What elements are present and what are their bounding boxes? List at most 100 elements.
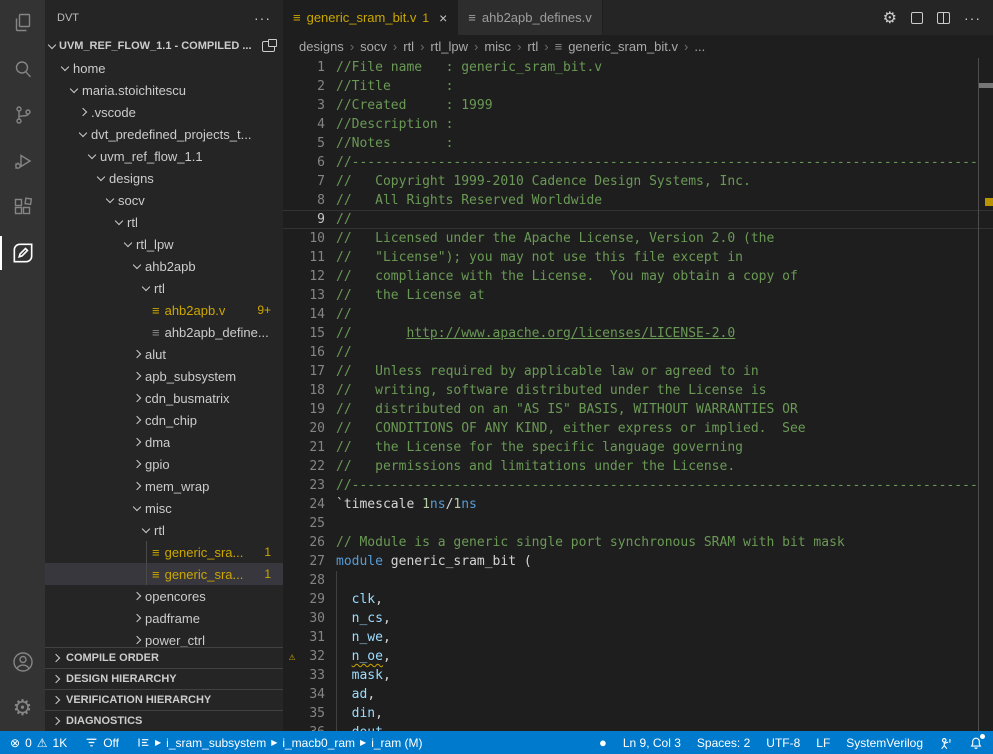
code-line-30[interactable]: 30 n_cs, — [283, 609, 993, 628]
code-line-9[interactable]: 9// — [283, 210, 993, 229]
split-panel-icon[interactable] — [262, 41, 275, 52]
activitybar-extensions[interactable] — [0, 184, 45, 230]
activitybar-run-debug[interactable] — [0, 138, 45, 184]
tree-item-rtl_lpw[interactable]: rtl_lpw — [45, 233, 283, 255]
code-line-23[interactable]: 23//------------------------------------… — [283, 476, 993, 495]
tab-ahb2apb_defines.v[interactable]: ≡ahb2apb_defines.v — [458, 0, 602, 35]
breadcrumb-file[interactable]: generic_sram_bit.v — [568, 39, 678, 54]
tree-item-.vscode[interactable]: .vscode — [45, 101, 283, 123]
activitybar-settings[interactable]: ⚙ — [0, 685, 45, 731]
code-line-10[interactable]: 10// Licensed under the Apache License, … — [283, 229, 993, 248]
code-line-20[interactable]: 20// CONDITIONS OF ANY KIND, either expr… — [283, 419, 993, 438]
code-line-11[interactable]: 11// "License"); you may not use this fi… — [283, 248, 993, 267]
code-line-17[interactable]: 17// Unless required by applicable law o… — [283, 362, 993, 381]
tree-item-cdn_chip[interactable]: cdn_chip — [45, 409, 283, 431]
panel-header-compile-order[interactable]: COMPILE ORDER — [45, 647, 283, 668]
code-line-2[interactable]: 2//Title : — [283, 77, 993, 96]
breadcrumb-item[interactable]: misc — [484, 39, 511, 54]
breadcrumb-more[interactable]: ... — [694, 39, 705, 54]
breadcrumb-item[interactable]: socv — [360, 39, 387, 54]
activitybar-dvt[interactable] — [0, 230, 45, 276]
code-line-21[interactable]: 21// the License for the specific langua… — [283, 438, 993, 457]
tree-item-ahb2apb_define...[interactable]: ≡ahb2apb_define... — [45, 321, 283, 343]
code-line-12[interactable]: 12// compliance with the License. You ma… — [283, 267, 993, 286]
code-line-13[interactable]: 13// the License at — [283, 286, 993, 305]
project-section-header[interactable]: UVM_REF_FLOW_1.1 - COMPILED ... — [45, 35, 283, 57]
tree-item-alut[interactable]: alut — [45, 343, 283, 365]
activitybar-explorer[interactable] — [0, 0, 45, 46]
problems-status[interactable]: ⊗ 0 ⚠ 1K — [10, 736, 67, 750]
tree-item-opencores[interactable]: opencores — [45, 585, 283, 607]
code-line-14[interactable]: 14// — [283, 305, 993, 324]
code-line-34[interactable]: 34 ad, — [283, 685, 993, 704]
code-line-32[interactable]: ⚠32 n_oe, — [283, 647, 993, 666]
tree-item-dma[interactable]: dma — [45, 431, 283, 453]
feedback-icon[interactable] — [939, 736, 953, 750]
tree-item-generic_sra...[interactable]: ≡generic_sra...1 — [45, 563, 283, 585]
panel-header-verification-hierarchy[interactable]: VERIFICATION HIERARCHY — [45, 689, 283, 710]
code-line-1[interactable]: 1//File name : generic_sram_bit.v — [283, 58, 993, 77]
split-editor-icon[interactable] — [937, 12, 950, 24]
code-line-4[interactable]: 4//Description : — [283, 115, 993, 134]
more-actions-icon[interactable]: ··· — [964, 10, 981, 26]
code-line-36[interactable]: 36 dout — [283, 723, 993, 731]
tree-item-generic_sra...[interactable]: ≡generic_sra...1 — [45, 541, 283, 563]
tree-item-rtl[interactable]: rtl — [45, 277, 283, 299]
code-line-29[interactable]: 29 clk, — [283, 590, 993, 609]
tree-item-uvm_ref_flow_1.1[interactable]: uvm_ref_flow_1.1 — [45, 145, 283, 167]
tree-item-mem_wrap[interactable]: mem_wrap — [45, 475, 283, 497]
tree-item-ahb2apb.v[interactable]: ≡ahb2apb.v9+ — [45, 299, 283, 321]
tree-item-misc[interactable]: misc — [45, 497, 283, 519]
encoding-status[interactable]: UTF-8 — [766, 736, 800, 750]
tree-item-power_ctrl[interactable]: power_ctrl — [45, 629, 283, 647]
code-line-8[interactable]: 8// All Rights Reserved Worldwide — [283, 191, 993, 210]
notifications-bell[interactable] — [969, 736, 983, 750]
panel-header-diagnostics[interactable]: DIAGNOSTICS — [45, 710, 283, 731]
eol-status[interactable]: LF — [816, 736, 830, 750]
code-line-31[interactable]: 31 n_we, — [283, 628, 993, 647]
close-icon[interactable]: × — [439, 10, 447, 26]
code-line-15[interactable]: 15// http://www.apache.org/licenses/LICE… — [283, 324, 993, 343]
panel-header-design-hierarchy[interactable]: DESIGN HIERARCHY — [45, 668, 283, 689]
code-line-26[interactable]: 26// Module is a generic single port syn… — [283, 533, 993, 552]
activitybar-source-control[interactable] — [0, 92, 45, 138]
tree-item-gpio[interactable]: gpio — [45, 453, 283, 475]
design-scope-status[interactable]: ▶i_sram_subsystem▶i_macb0_ram▶i_ram (M) — [137, 736, 423, 750]
tree-item-home[interactable]: home — [45, 57, 283, 79]
tree-item-ahb2apb[interactable]: ahb2apb — [45, 255, 283, 277]
code-line-25[interactable]: 25 — [283, 514, 993, 533]
tree-item-maria.stoichitescu[interactable]: maria.stoichitescu — [45, 79, 283, 101]
tree-item-designs[interactable]: designs — [45, 167, 283, 189]
tree-item-rtl[interactable]: rtl — [45, 211, 283, 233]
cursor-position[interactable]: Ln 9, Col 3 — [623, 736, 681, 750]
code-line-19[interactable]: 19// distributed on an "AS IS" BASIS, WI… — [283, 400, 993, 419]
language-mode[interactable]: SystemVerilog — [846, 736, 923, 750]
sidebar-more-actions-icon[interactable]: ··· — [254, 10, 271, 26]
code-line-7[interactable]: 7// Copyright 1999-2010 Cadence Design S… — [283, 172, 993, 191]
tree-item-socv[interactable]: socv — [45, 189, 283, 211]
tree-item-apb_subsystem[interactable]: apb_subsystem — [45, 365, 283, 387]
code-line-22[interactable]: 22// permissions and limitations under t… — [283, 457, 993, 476]
code-line-3[interactable]: 3//Created : 1999 — [283, 96, 993, 115]
code-line-24[interactable]: 24`timescale 1ns/1ns — [283, 495, 993, 514]
activitybar-search[interactable] — [0, 46, 45, 92]
breadcrumb-item[interactable]: rtl — [403, 39, 414, 54]
tab-generic_sram_bit.v[interactable]: ≡generic_sram_bit.v1× — [283, 0, 458, 35]
breadcrumb-item[interactable]: designs — [299, 39, 344, 54]
status-dot-icon[interactable]: ● — [599, 735, 607, 750]
tree-item-padframe[interactable]: padframe — [45, 607, 283, 629]
tree-item-cdn_busmatrix[interactable]: cdn_busmatrix — [45, 387, 283, 409]
tree-item-rtl[interactable]: rtl — [45, 519, 283, 541]
filter-status[interactable]: Off — [85, 736, 119, 750]
indentation-status[interactable]: Spaces: 2 — [697, 736, 750, 750]
activitybar-account[interactable] — [0, 639, 45, 685]
code-editor[interactable]: 1//File name : generic_sram_bit.v2//Titl… — [283, 58, 993, 731]
scrollbar-thumb[interactable] — [979, 83, 993, 88]
code-line-33[interactable]: 33 mask, — [283, 666, 993, 685]
layout-icon[interactable] — [911, 12, 923, 24]
code-line-18[interactable]: 18// writing, software distributed under… — [283, 381, 993, 400]
code-line-35[interactable]: 35 din, — [283, 704, 993, 723]
tree-item-dvt_predefined_projects_t...[interactable]: dvt_predefined_projects_t... — [45, 123, 283, 145]
breadcrumb-item[interactable]: rtl_lpw — [430, 39, 468, 54]
code-line-28[interactable]: 28 — [283, 571, 993, 590]
